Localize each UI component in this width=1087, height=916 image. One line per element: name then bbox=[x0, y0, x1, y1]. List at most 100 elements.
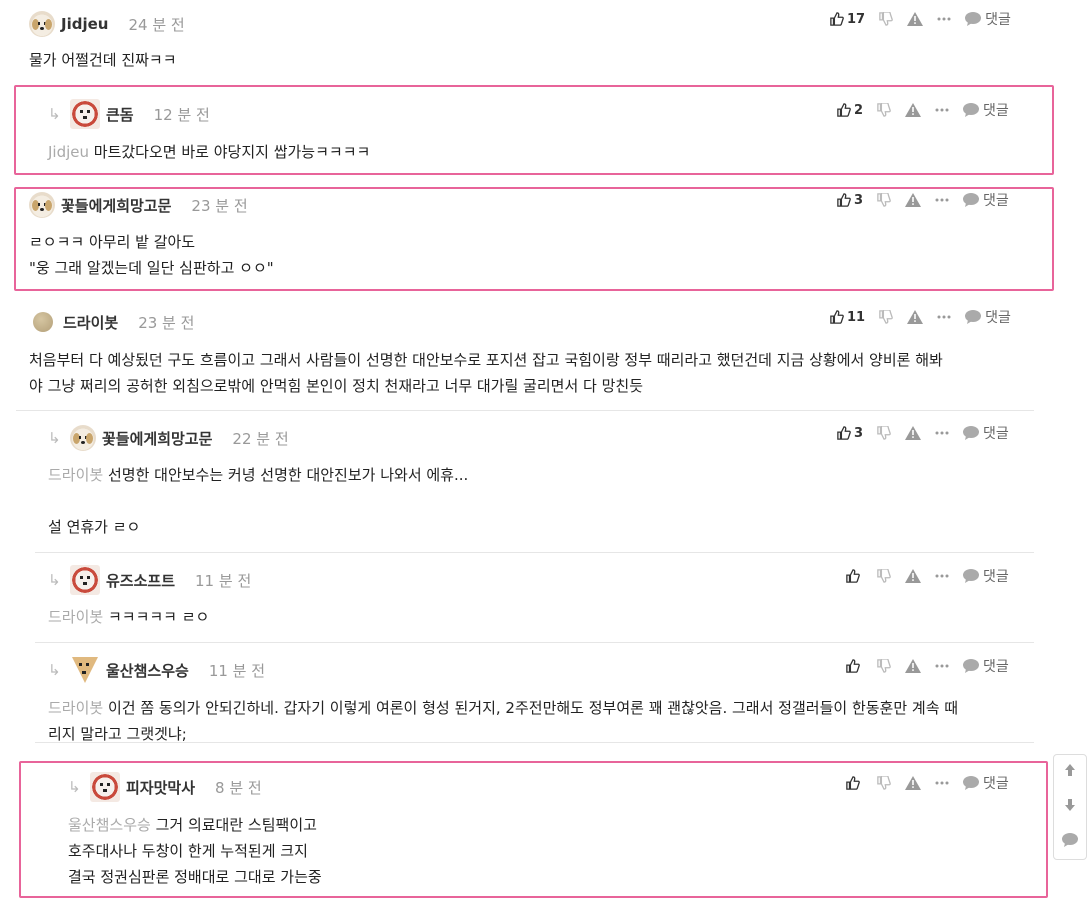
author-name[interactable]: 드라이봇 bbox=[63, 312, 118, 333]
more-button[interactable] bbox=[935, 781, 949, 785]
more-icon bbox=[935, 108, 949, 112]
more-button[interactable] bbox=[935, 664, 949, 668]
avatar[interactable] bbox=[33, 312, 53, 332]
report-button[interactable] bbox=[905, 193, 922, 207]
report-button[interactable] bbox=[907, 12, 924, 26]
report-button[interactable] bbox=[907, 310, 924, 324]
avatar[interactable] bbox=[90, 772, 120, 802]
thumbs-up-icon bbox=[837, 193, 851, 207]
like-button[interactable]: 11 bbox=[830, 310, 865, 325]
reply-button[interactable]: 댓글 bbox=[963, 656, 1009, 676]
author-name[interactable]: 꽃들에게희망고문 bbox=[61, 195, 171, 216]
scroll-up-button[interactable] bbox=[1064, 763, 1076, 781]
separator bbox=[35, 642, 1034, 643]
avatar[interactable] bbox=[70, 99, 100, 129]
like-button[interactable] bbox=[846, 776, 863, 790]
mention-link[interactable]: 드라이봇 bbox=[48, 608, 103, 626]
mention-link[interactable]: 드라이봇 bbox=[48, 699, 103, 717]
reply-button[interactable]: 댓글 bbox=[963, 566, 1009, 586]
comment-text: 울산챔스우승 그거 의료대란 스팀팩이고 호주대사나 두창이 한게 누적된게 크… bbox=[68, 816, 322, 886]
thumbs-down-icon bbox=[877, 193, 891, 207]
dislike-button[interactable] bbox=[877, 426, 891, 440]
more-button[interactable] bbox=[935, 431, 949, 435]
warning-icon bbox=[905, 103, 922, 117]
reply-arrow-icon: ↳ bbox=[48, 105, 61, 123]
comment-actions: 11 댓글 bbox=[830, 307, 1011, 327]
like-button[interactable]: 3 bbox=[837, 426, 863, 441]
comment-actions: 3 댓글 bbox=[837, 190, 1009, 210]
like-button[interactable]: 3 bbox=[837, 193, 863, 208]
mention-link[interactable]: 울산챔스우승 bbox=[68, 816, 151, 834]
like-button[interactable] bbox=[846, 569, 863, 583]
more-button[interactable] bbox=[937, 17, 951, 21]
like-button[interactable]: 2 bbox=[837, 103, 863, 118]
dislike-button[interactable] bbox=[877, 103, 891, 117]
like-count: 11 bbox=[847, 309, 866, 325]
dislike-button[interactable] bbox=[877, 569, 891, 583]
author-name[interactable]: 큰돔 bbox=[106, 104, 134, 125]
more-icon bbox=[935, 431, 949, 435]
mention-link[interactable]: Jidjeu bbox=[48, 143, 89, 161]
speech-bubble-icon bbox=[965, 310, 982, 324]
timestamp: 24 분 전 bbox=[128, 15, 185, 34]
like-button[interactable] bbox=[846, 659, 863, 673]
author-name[interactable]: 피자맛막사 bbox=[126, 777, 195, 798]
warning-icon bbox=[905, 193, 922, 207]
side-toolbar bbox=[1053, 754, 1087, 860]
dislike-button[interactable] bbox=[877, 776, 891, 790]
thumbs-up-icon bbox=[830, 12, 844, 26]
author-name[interactable]: Jidjeu bbox=[61, 15, 108, 33]
timestamp: 8 분 전 bbox=[215, 778, 262, 797]
arrow-down-icon bbox=[1065, 798, 1075, 811]
report-button[interactable] bbox=[905, 776, 921, 790]
dislike-button[interactable] bbox=[877, 659, 891, 673]
comment-jump-button[interactable] bbox=[1062, 832, 1078, 851]
speech-bubble-icon bbox=[965, 12, 982, 26]
avatar[interactable] bbox=[29, 11, 55, 37]
timestamp: 12 분 전 bbox=[153, 105, 210, 124]
author-name[interactable]: 울산챔스우승 bbox=[106, 660, 189, 681]
like-count: 3 bbox=[854, 192, 864, 208]
more-icon bbox=[935, 664, 949, 668]
separator bbox=[35, 552, 1034, 553]
reply-button[interactable]: 댓글 bbox=[963, 100, 1009, 120]
comment-text: 드라이봇 선명한 대안보수는 커녕 선명한 대안진보가 나와서 에휴... 설 … bbox=[48, 466, 469, 536]
thumbs-up-icon bbox=[837, 103, 851, 117]
thumbs-down-icon bbox=[877, 659, 891, 673]
avatar[interactable] bbox=[29, 192, 55, 218]
comment-actions: 2 댓글 bbox=[837, 100, 1009, 120]
more-button[interactable] bbox=[935, 574, 949, 578]
warning-icon bbox=[907, 310, 924, 324]
speech-bubble-icon bbox=[963, 659, 979, 673]
speech-bubble-icon bbox=[1062, 832, 1078, 847]
more-icon bbox=[937, 315, 951, 319]
report-button[interactable] bbox=[905, 103, 922, 117]
more-button[interactable] bbox=[937, 315, 951, 319]
reply-button[interactable]: 댓글 bbox=[963, 190, 1009, 210]
thumbs-down-icon bbox=[877, 426, 891, 440]
comment-actions: 17 댓글 bbox=[830, 9, 1011, 29]
reply-button[interactable]: 댓글 bbox=[963, 773, 1009, 793]
reply-button[interactable]: 댓글 bbox=[965, 9, 1011, 29]
report-button[interactable] bbox=[905, 569, 921, 583]
author-name[interactable]: 유즈소프트 bbox=[106, 570, 175, 591]
more-button[interactable] bbox=[935, 198, 949, 202]
dislike-button[interactable] bbox=[877, 193, 891, 207]
comment-actions: 3 댓글 bbox=[837, 423, 1009, 443]
more-button[interactable] bbox=[935, 108, 949, 112]
avatar[interactable] bbox=[70, 565, 100, 595]
author-name[interactable]: 꽃들에게희망고문 bbox=[102, 428, 212, 449]
dislike-button[interactable] bbox=[879, 12, 893, 26]
scroll-down-button[interactable] bbox=[1064, 798, 1076, 816]
avatar[interactable] bbox=[70, 655, 100, 685]
reply-arrow-icon: ↳ bbox=[48, 661, 61, 679]
report-button[interactable] bbox=[905, 659, 921, 673]
like-button[interactable]: 17 bbox=[830, 12, 865, 27]
report-button[interactable] bbox=[905, 426, 922, 440]
comment-actions: 댓글 bbox=[846, 656, 1009, 676]
reply-button[interactable]: 댓글 bbox=[963, 423, 1009, 443]
dislike-button[interactable] bbox=[879, 310, 893, 324]
reply-button[interactable]: 댓글 bbox=[965, 307, 1011, 327]
avatar[interactable] bbox=[70, 425, 96, 451]
mention-link[interactable]: 드라이봇 bbox=[48, 466, 103, 484]
